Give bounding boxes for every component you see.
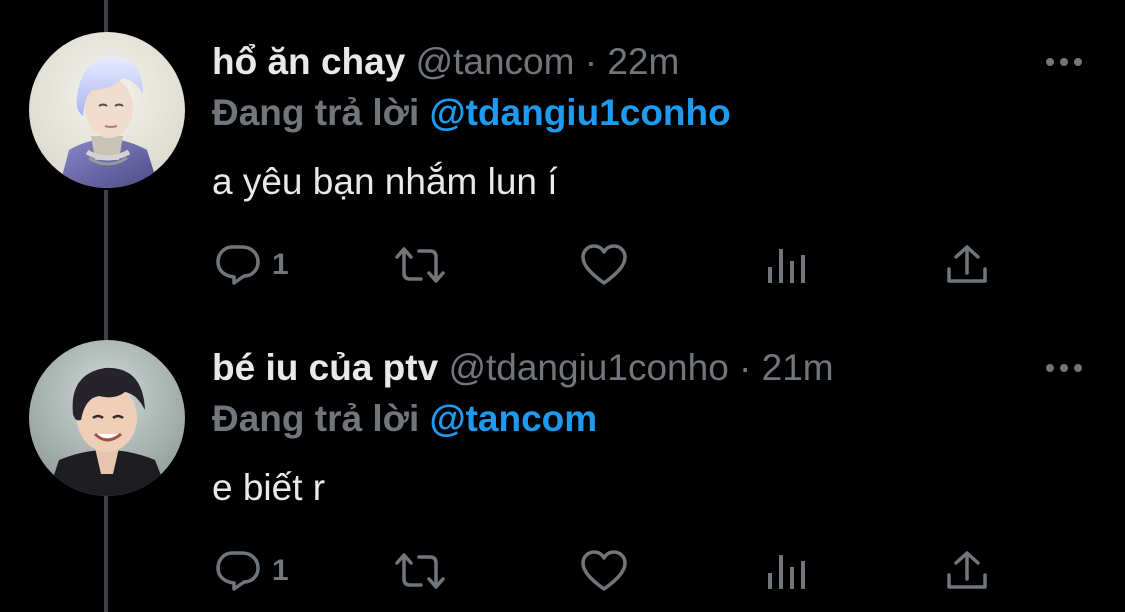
tweet-actions: 1: [0, 549, 1125, 593]
retweet-icon: [395, 247, 445, 283]
views-button[interactable]: [765, 549, 809, 593]
replying-to: Đang trả lời @tancom: [212, 397, 597, 441]
replying-to-label: Đang trả lời: [212, 398, 420, 439]
share-upload-icon: [947, 245, 987, 283]
display-name[interactable]: bé iu của ptv: [212, 347, 438, 388]
share-button[interactable]: [944, 243, 990, 287]
avatar-image-silver-hair: [29, 32, 185, 188]
handle-and-time[interactable]: @tancom · 22m: [416, 41, 680, 82]
views-bar-chart-icon: [768, 249, 805, 283]
more-dots-icon: [1046, 364, 1082, 372]
reply-button[interactable]: 1: [214, 549, 289, 593]
more-options-button[interactable]: [1044, 358, 1084, 378]
heart-icon: [581, 550, 627, 591]
reply-count: 1: [272, 554, 289, 587]
display-name[interactable]: hổ ăn chay: [212, 41, 405, 82]
tweet[interactable]: hổ ăn chay @tancom · 22m Đang trả lời @t…: [0, 0, 1125, 306]
replying-to-handle-link[interactable]: @tdangiu1conho: [430, 92, 731, 133]
share-upload-icon: [947, 551, 987, 589]
views-bar-chart-icon: [768, 555, 805, 589]
retweet-icon: [395, 553, 445, 589]
reply-bubble-icon: [216, 551, 260, 591]
replying-to-label: Đang trả lời: [212, 92, 420, 133]
reply-bubble-icon: [216, 245, 260, 285]
retweet-button[interactable]: [391, 549, 449, 593]
tweet-text: e biết r: [212, 467, 326, 508]
handle-and-time[interactable]: @tdangiu1conho · 21m: [448, 347, 833, 388]
like-button[interactable]: [580, 549, 628, 593]
avatar-image-dark-hair: [29, 340, 185, 496]
views-button[interactable]: [765, 243, 809, 287]
replying-to-handle-link[interactable]: @tancom: [430, 398, 598, 439]
more-dots-icon: [1046, 58, 1082, 66]
retweet-button[interactable]: [391, 243, 449, 287]
avatar[interactable]: [29, 340, 185, 496]
avatar[interactable]: [29, 32, 185, 188]
heart-icon: [581, 244, 627, 285]
tweet-header: hổ ăn chay @tancom · 22m: [212, 40, 679, 84]
tweet-header: bé iu của ptv @tdangiu1conho · 21m: [212, 346, 834, 390]
tweet-text: a yêu bạn nhắm lun í: [212, 161, 558, 202]
tweet[interactable]: bé iu của ptv @tdangiu1conho · 21m Đang …: [0, 306, 1125, 612]
like-button[interactable]: [580, 243, 628, 287]
share-button[interactable]: [944, 549, 990, 593]
replying-to: Đang trả lời @tdangiu1conho: [212, 91, 731, 135]
reply-button[interactable]: 1: [214, 243, 289, 287]
reply-count: 1: [272, 248, 289, 281]
more-options-button[interactable]: [1044, 52, 1084, 72]
tweet-actions: 1: [0, 243, 1125, 287]
